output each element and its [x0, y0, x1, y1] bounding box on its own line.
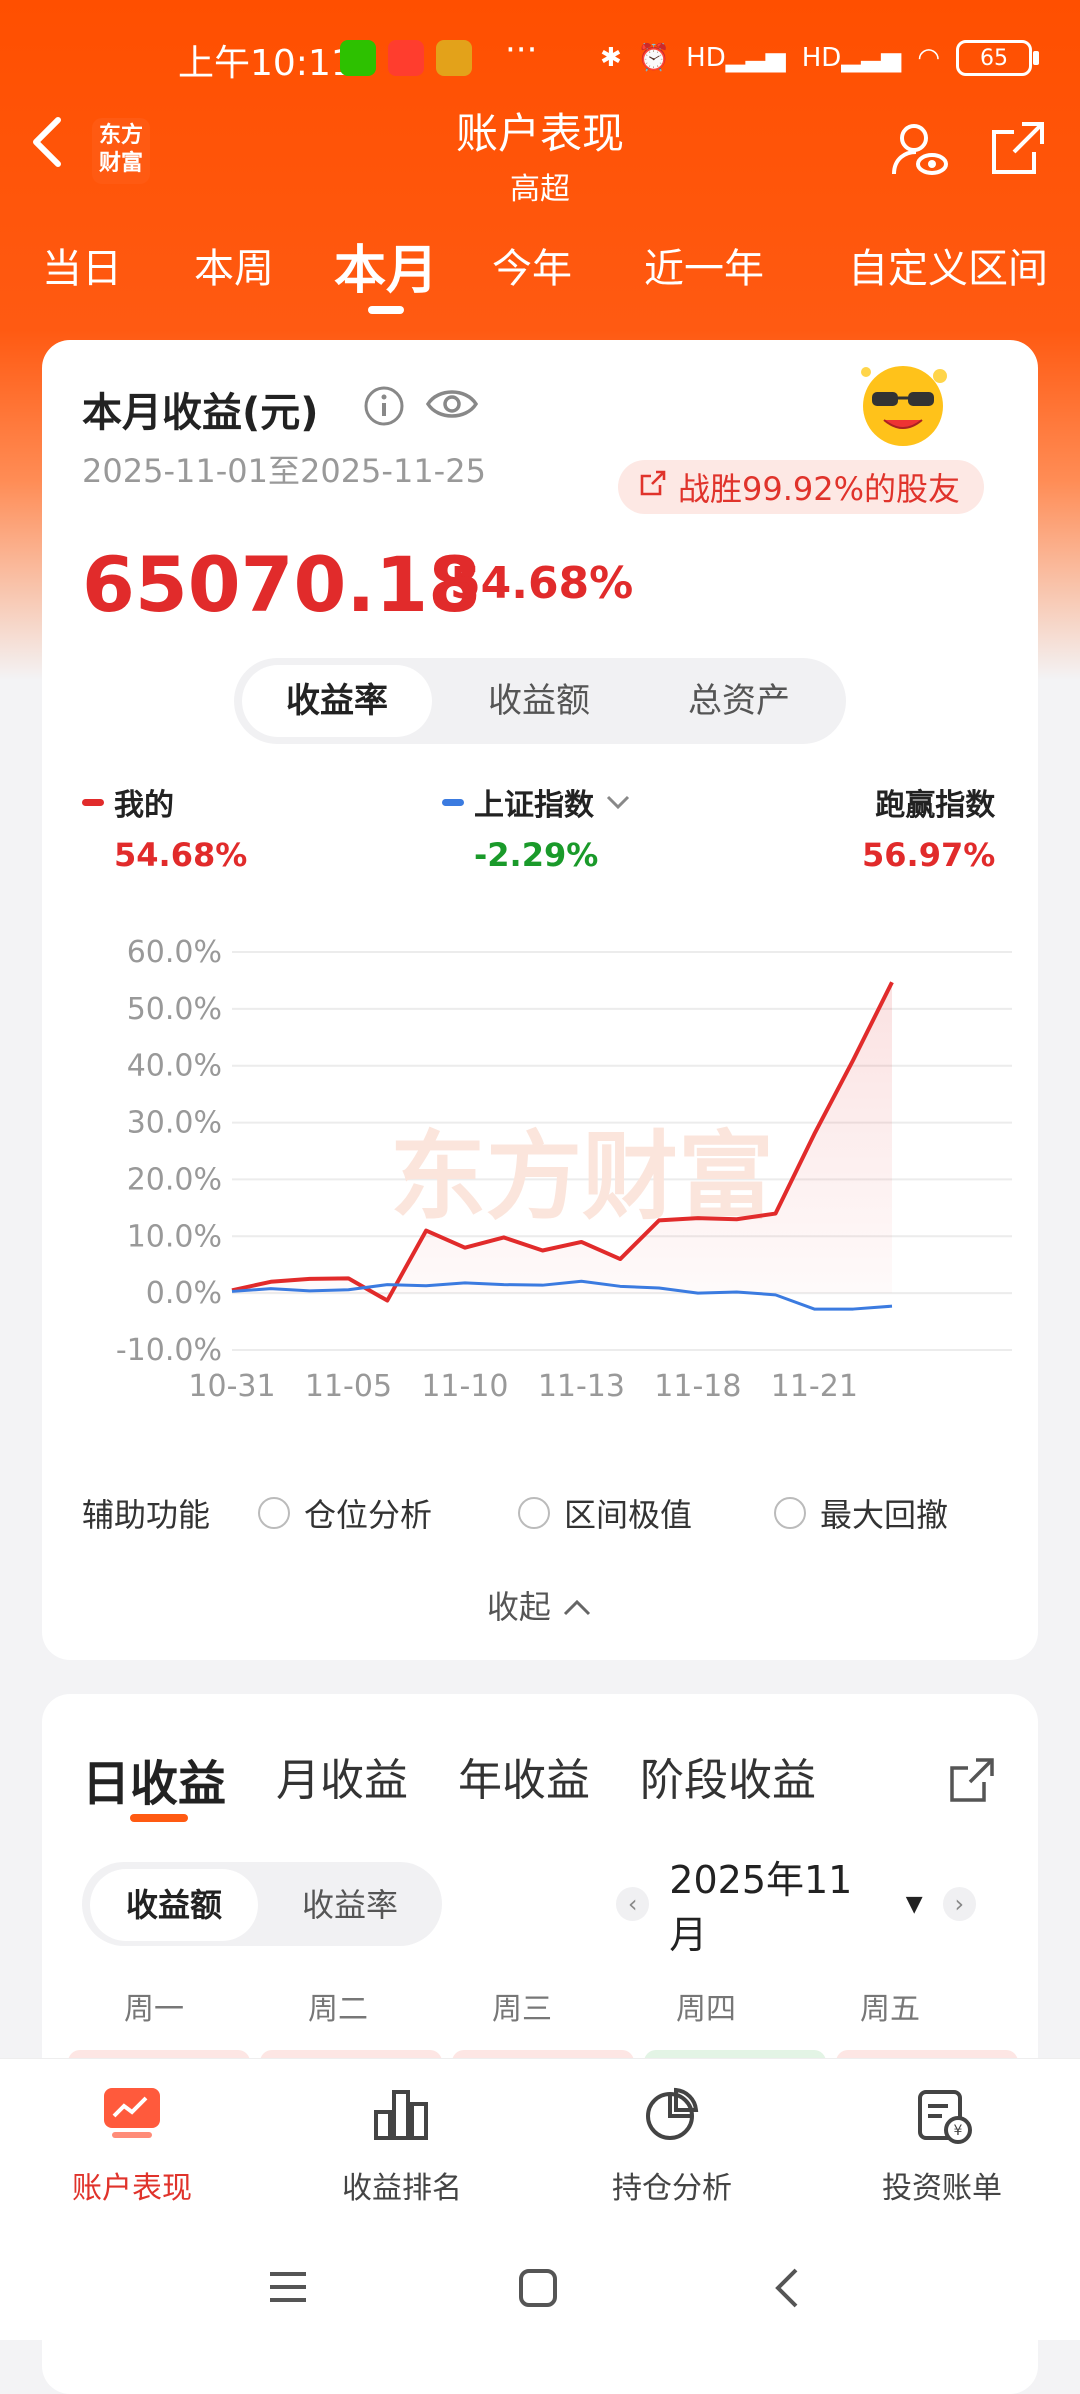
weekday-mon: 周一 — [64, 1984, 244, 2028]
tab-daily-earnings[interactable]: 日收益 — [82, 1744, 226, 1814]
share-small-icon — [638, 468, 668, 506]
user-view-icon[interactable] — [888, 118, 952, 186]
legend-beat-index: 跑赢指数 56.97% — [862, 780, 995, 874]
tab-custom-range[interactable]: 自定义区间 — [848, 236, 1048, 294]
battery-icon: 65 — [956, 40, 1032, 76]
status-time: 上午10:11 — [178, 34, 354, 86]
menu-icon[interactable] — [268, 2270, 308, 2308]
bluetooth-icon: ✱ — [600, 43, 622, 73]
account-performance-icon — [32, 2079, 232, 2149]
watermark: 东方财富 — [390, 1121, 774, 1233]
svg-text:¥: ¥ — [954, 2123, 963, 2139]
bar-chart-icon — [302, 2079, 502, 2149]
y-tick-label: 50.0% — [127, 992, 222, 1027]
eye-icon[interactable] — [424, 380, 480, 432]
beat-percentile-badge[interactable]: 战胜99.92%的股友 — [618, 460, 984, 514]
tab-last-year[interactable]: 近一年 — [644, 236, 764, 294]
y-tick-label: 40.0% — [127, 1049, 222, 1084]
signal-icon-2: HD▂▃▅ — [802, 43, 902, 73]
nav-account-performance[interactable]: 账户表现 — [32, 2079, 232, 2207]
earnings-mode-segment: 收益额 收益率 — [82, 1862, 442, 1946]
tab-month[interactable]: 本月 — [334, 228, 438, 303]
system-navigation-bar — [0, 2218, 1080, 2340]
weekday-thu: 周四 — [616, 1984, 796, 2028]
chevron-up-icon — [561, 1598, 593, 1618]
tab-week[interactable]: 本周 — [194, 236, 274, 294]
option-position-analysis[interactable]: 仓位分析 — [258, 1490, 432, 1536]
prev-month-button[interactable]: ‹ — [616, 1887, 649, 1921]
y-tick-label: -10.0% — [116, 1333, 222, 1368]
period-tabs: 当日 本周 本月 今年 近一年 自定义区间 — [0, 236, 1080, 316]
export-icon[interactable] — [948, 1756, 996, 1808]
taobao-icon — [388, 40, 424, 76]
info-icon[interactable] — [362, 384, 406, 432]
chart-mode-segment: 收益率 收益额 总资产 — [234, 658, 846, 744]
summary-title: 本月收益(元) — [82, 380, 319, 438]
pie-chart-icon — [572, 2079, 772, 2149]
tab-year[interactable]: 今年 — [492, 236, 572, 294]
y-tick-label: 0.0% — [146, 1276, 222, 1311]
y-tick-label: 60.0% — [127, 935, 222, 970]
option-range-extremes[interactable]: 区间极值 — [518, 1490, 692, 1536]
chevron-down-icon — [604, 792, 632, 812]
y-tick-label: 20.0% — [127, 1162, 222, 1197]
share-icon[interactable] — [988, 118, 1048, 182]
option-max-drawdown[interactable]: 最大回撤 — [774, 1490, 948, 1536]
weekday-header: 周一 周二 周三 周四 周五 — [42, 1984, 1038, 2024]
nav-earnings-ranking[interactable]: 收益排名 — [302, 2079, 502, 2207]
segment-total-assets[interactable]: 总资产 — [644, 665, 834, 737]
y-tick-label: 30.0% — [127, 1106, 222, 1141]
date-range: 2025-11-01至2025-11-25 — [82, 446, 486, 492]
nav-holdings-analysis[interactable]: 持仓分析 — [572, 2079, 772, 2207]
monthly-summary-card: 本月收益(元) 2025-11-01至2025-11-25 战胜99.92%的股… — [42, 340, 1038, 1660]
tab-stage-earnings[interactable]: 阶段收益 — [640, 1744, 816, 1808]
monthly-return-percent: 54.68% — [450, 558, 633, 609]
x-tick-label: 11-05 — [305, 1369, 392, 1400]
bill-icon: ¥ — [842, 2079, 1042, 2149]
signal-icon: HD▂▃▅ — [686, 43, 786, 73]
monthly-profit-amount: 65070.18 — [82, 540, 481, 629]
nav-investment-bill[interactable]: ¥ 投资账单 — [842, 2079, 1042, 2207]
tab-indicator — [368, 306, 404, 314]
tab-yearly-earnings[interactable]: 年收益 — [458, 1744, 590, 1808]
legend-index[interactable]: 上证指数 -2.29% — [442, 780, 632, 874]
collapse-button[interactable]: 收起 — [42, 1582, 1038, 1628]
more-notifications-icon: ··· — [505, 30, 537, 70]
weekday-wed: 周三 — [432, 1984, 612, 2028]
bottom-navigation: 账户表现 收益排名 持仓分析 ¥ 投资账单 — [0, 2058, 1080, 2219]
x-tick-label: 11-10 — [421, 1369, 508, 1400]
segment-profit-amount[interactable]: 收益额 — [444, 665, 634, 737]
tab-monthly-earnings[interactable]: 月收益 — [276, 1744, 408, 1808]
earnings-tab-indicator — [130, 1814, 188, 1822]
app-notification-icon — [436, 40, 472, 76]
x-tick-label: 11-18 — [654, 1369, 741, 1400]
segment-earnings-amount[interactable]: 收益额 — [90, 1869, 258, 1941]
segment-earnings-rate[interactable]: 收益率 — [266, 1869, 434, 1941]
caret-down-icon[interactable]: ▼ — [906, 1892, 923, 1917]
current-month[interactable]: 2025年11月 — [669, 1849, 885, 1959]
segment-return-rate[interactable]: 收益率 — [242, 665, 432, 737]
aux-label: 辅助功能 — [82, 1490, 210, 1536]
weekday-tue: 周二 — [248, 1984, 428, 2028]
tab-today[interactable]: 当日 — [42, 236, 122, 294]
y-tick-label: 10.0% — [127, 1219, 222, 1254]
wifi-icon: ◠ — [917, 43, 940, 73]
next-month-button[interactable]: › — [943, 1887, 976, 1921]
return-line-chart[interactable]: 60.0% 50.0% 40.0% 30.0% 20.0% 10.0% 0.0% -10.0%… — [82, 880, 1042, 1400]
mascot-icon — [848, 354, 958, 454]
system-back-icon[interactable] — [772, 2266, 802, 2314]
legend-mine: 我的 54.68% — [82, 780, 247, 874]
weekday-fri: 周五 — [800, 1984, 980, 2028]
home-icon[interactable] — [518, 2268, 558, 2312]
x-tick-label: 11-21 — [771, 1369, 858, 1400]
alarm-icon: ⏰ — [638, 43, 670, 73]
month-picker: ‹ 2025年11月 ▼ › — [616, 1874, 976, 1934]
x-tick-label: 11-13 — [538, 1369, 625, 1400]
wechat-icon — [340, 40, 376, 76]
aux-functions: 辅助功能 仓位分析 区间极值 最大回撤 — [82, 1490, 1002, 1530]
x-tick-label: 10-31 — [188, 1369, 275, 1400]
